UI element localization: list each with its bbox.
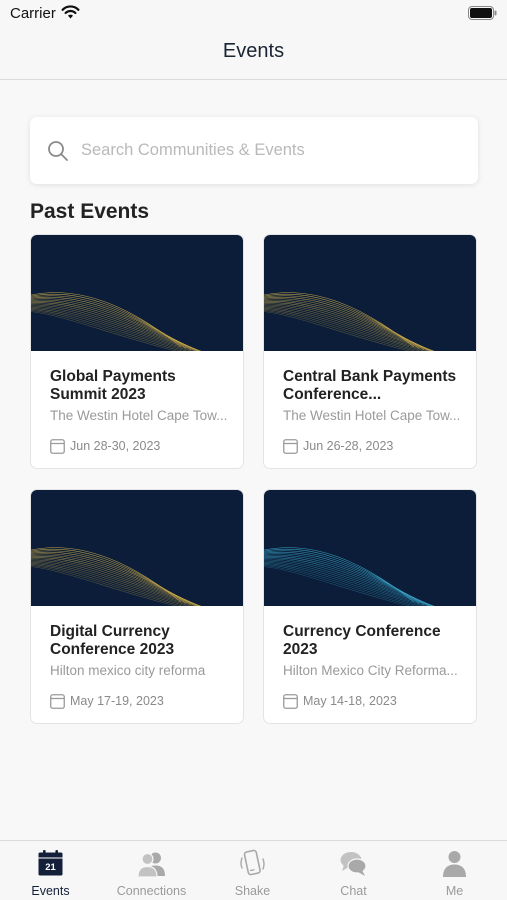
event-title: Central Bank Payments Conference... [283, 368, 457, 403]
status-bar: Carrier [0, 0, 507, 30]
navigation-bar: Events [0, 30, 507, 80]
tab-chat[interactable]: Chat [303, 841, 404, 900]
tab-label: Chat [340, 884, 367, 898]
tab-events[interactable]: 21 Events [0, 841, 101, 900]
event-card[interactable]: Central Bank Payments Conference... The … [263, 234, 477, 469]
page-title: Events [222, 40, 285, 62]
event-card[interactable]: Digital Currency Conference 2023 Hilton … [30, 489, 244, 724]
person-icon [443, 851, 466, 877]
chat-bubbles-icon [340, 852, 367, 876]
event-date: May 17-19, 2023 [70, 694, 164, 708]
wifi-icon [61, 5, 80, 19]
event-title: Digital Currency Conference 2023 [50, 623, 175, 658]
event-date: Jun 28-30, 2023 [70, 439, 161, 453]
event-title: Currency Conference 2023 [283, 623, 441, 658]
shake-phone-icon [240, 849, 265, 876]
wave-graphic [264, 547, 435, 606]
people-icon [137, 852, 165, 878]
event-card[interactable]: Currency Conference 2023 Hilton Mexico C… [263, 489, 477, 724]
calendar-icon [283, 694, 298, 709]
event-title: Global Payments Summit 2023 [50, 368, 176, 403]
tab-label: Connections [116, 884, 187, 898]
search-placeholder: Search Communities & Events [81, 141, 305, 159]
event-banner [31, 490, 243, 606]
calendar-icon [283, 439, 298, 454]
event-venue: The Westin Hotel Cape Tow... [50, 408, 228, 423]
event-venue: Hilton mexico city reforma [50, 663, 206, 678]
calendar-icon [50, 439, 65, 454]
section-title: Past Events [30, 200, 150, 223]
search-input[interactable]: Search Communities & Events [30, 117, 478, 184]
tab-label: Me [445, 884, 464, 898]
event-venue: Hilton Mexico City Reforma... [283, 663, 458, 678]
event-banner [264, 235, 476, 351]
event-date: Jun 26-28, 2023 [303, 439, 394, 453]
event-venue: The Westin Hotel Cape Tow... [283, 408, 461, 423]
tab-label: Events [31, 884, 70, 898]
wave-graphic [31, 292, 202, 351]
wave-graphic [31, 547, 202, 606]
carrier-label: Carrier [10, 5, 56, 22]
tab-connections[interactable]: Connections [101, 841, 202, 900]
tab-me[interactable]: Me [404, 841, 505, 900]
battery-icon [468, 6, 497, 20]
tab-label: Shake [234, 884, 271, 898]
wave-graphic [264, 292, 435, 351]
event-banner [264, 490, 476, 606]
event-date: May 14-18, 2023 [303, 694, 397, 708]
tab-shake[interactable]: Shake [202, 841, 303, 900]
search-icon [48, 141, 68, 161]
tab-bar: 21 Events Connections Shake Chat Me [0, 840, 507, 900]
svg-text:21: 21 [45, 862, 56, 873]
calendar-icon: 21 [38, 850, 63, 876]
event-card[interactable]: Global Payments Summit 2023 The Westin H… [30, 234, 244, 469]
calendar-icon [50, 694, 65, 709]
event-banner [31, 235, 243, 351]
